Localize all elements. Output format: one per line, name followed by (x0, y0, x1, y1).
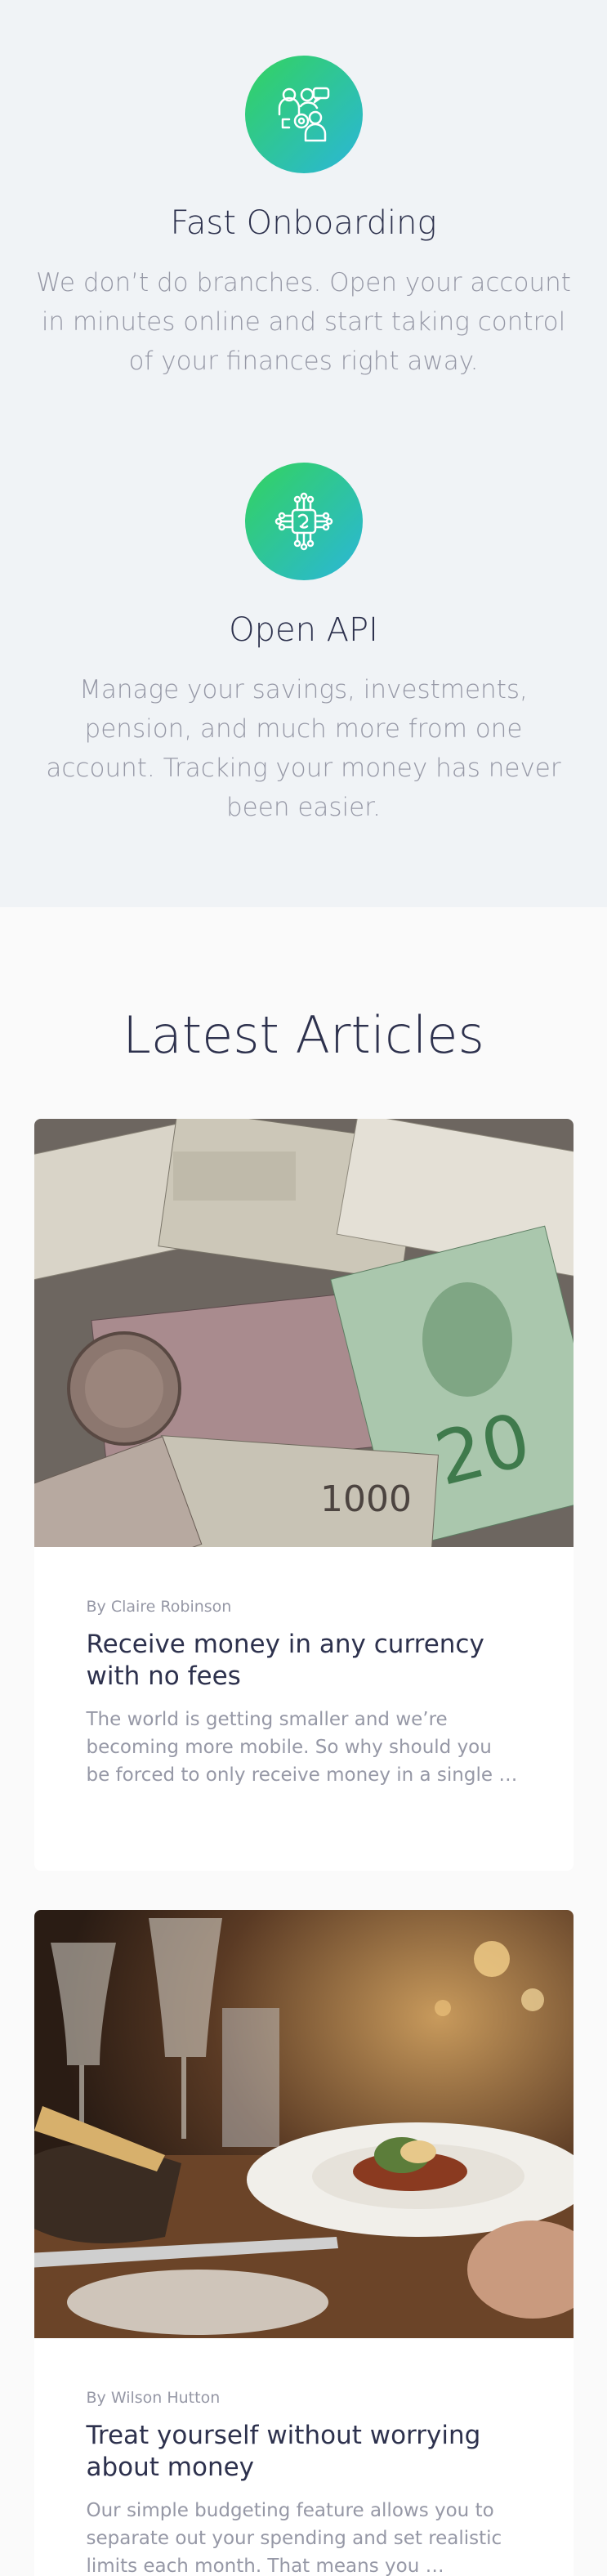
currency-banknotes-photo[interactable]: 20 1000 (33, 1119, 574, 1547)
features-section: Fast Onboarding We don’t do branches. Op… (0, 0, 607, 907)
team-onboarding-icon (244, 56, 363, 173)
article-title[interactable]: Receive money in any currency with no fe… (87, 1629, 521, 1693)
feature-title: Fast Onboarding (170, 204, 437, 242)
article-body: By Claire Robinson Receive money in any … (34, 1547, 574, 1871)
svg-text:1000: 1000 (320, 1478, 412, 1520)
article-excerpt: The world is getting smaller and we’re b… (86, 1709, 518, 1786)
feature-fast-onboarding: Fast Onboarding We don’t do branches. Op… (0, 56, 607, 381)
article-title[interactable]: Treat yourself without worrying about mo… (87, 2420, 521, 2484)
article-body: By Wilson Hutton Treat yourself without … (34, 2338, 574, 2576)
article-card[interactable]: 20 1000 By Claire Robinson Receive money… (33, 1119, 574, 1871)
feature-description: Manage your savings, investments, pensio… (46, 675, 561, 822)
restaurant-dinner-photo[interactable] (33, 1910, 574, 2338)
feature-title: Open API (229, 611, 378, 649)
article-author: By Claire Robinson (86, 1598, 232, 1616)
feature-open-api: Open API Manage your savings, investment… (0, 463, 607, 827)
article-author: By Wilson Hutton (86, 2389, 221, 2407)
article-excerpt: Our simple budgeting feature allows you … (86, 2500, 502, 2576)
api-chip-icon (244, 463, 363, 580)
feature-description: We don’t do branches. Open your account … (36, 268, 571, 376)
article-card[interactable]: By Wilson Hutton Treat yourself without … (33, 1910, 574, 2576)
latest-articles-section: Latest Articles 20 1000 By Claire Robins… (0, 907, 607, 2576)
section-heading: Latest Articles (123, 1005, 484, 1065)
